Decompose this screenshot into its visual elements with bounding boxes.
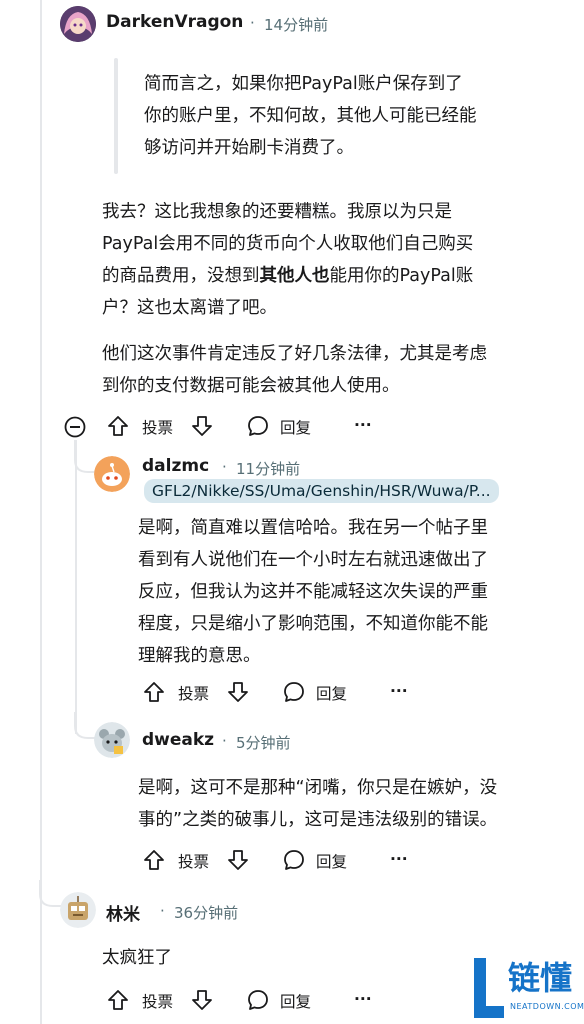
comment-separator: · [160,902,165,920]
thread-connector [74,440,96,473]
downvote-button[interactable] [226,848,250,872]
comment-text: 看到有人说他们在一个小时左右就迅速做出了 [138,550,488,570]
upvote-icon [144,850,164,870]
avatar[interactable] [60,6,96,42]
reply-button[interactable] [246,988,270,1012]
comment-text: 他们这次事件肯定违反了好几条法律，尤其是考虑 [102,344,487,364]
comment-separator: · [222,732,227,750]
more-options-button[interactable]: ··· [354,990,372,1008]
vote-label: 投票 [142,993,174,1011]
comment-text-bold: 其他人也 [259,266,330,286]
comment-timestamp: 14分钟前 [264,16,329,34]
reply-button[interactable] [282,680,306,704]
quote-line: 够访问并开始刷卡消费了。 [144,138,354,158]
downvote-icon [192,990,212,1010]
thread-line-root[interactable] [40,0,42,1024]
watermark-text: 链懂 [508,959,573,997]
comment-text: 户？这也太离谱了吧。 [102,298,277,318]
vote-label: 投票 [178,853,210,871]
comment-timestamp: 36分钟前 [174,904,239,922]
comment-text: 是啊，这可不是那种“闭嘴，你只是在嫉妒，没 [138,778,498,798]
reply-button[interactable] [246,414,270,438]
watermark-logo: 链懂 NEATDOWN.COM [468,954,584,1022]
quote-line: 简而言之，如果你把PayPal账户保存到了 [144,74,463,94]
upvote-button[interactable] [142,680,166,704]
comment-text: 太疯狂了 [102,948,172,968]
comment-separator: · [222,458,227,476]
username[interactable]: DarkenVragon [106,12,243,32]
upvote-icon [144,682,164,702]
comment-text: 到你的支付数据可能会被其他人使用。 [102,376,400,396]
downvote-button[interactable] [190,988,214,1012]
more-options-button[interactable]: ··· [390,850,408,868]
comment-text: 我去？这比我想象的还要糟糕。我原以为只是 [102,202,452,222]
downvote-icon [228,850,248,870]
downvote-icon [192,416,212,436]
more-options-button[interactable]: ··· [390,682,408,700]
avatar[interactable] [94,456,130,492]
reply-button[interactable] [282,848,306,872]
comment-text: 是啊，简直难以置信哈哈。我在另一个帖子里 [138,518,488,538]
comment-timestamp: 11分钟前 [236,460,301,478]
comment-bubble-icon [284,682,304,702]
downvote-button[interactable] [226,680,250,704]
comment-text: 程度，只是缩小了影响范围，不知道你能不能 [138,614,488,634]
comment-text: 反应，但我认为这并不能减轻这次失误的严重 [138,582,488,602]
collapse-button[interactable] [64,416,86,438]
upvote-button[interactable] [142,848,166,872]
upvote-button[interactable] [106,988,130,1012]
downvote-icon [228,682,248,702]
thread-connector [74,712,96,739]
user-flair: GFL2/Nikke/SS/Uma/Genshin/HSR/Wuwa/P... [144,479,499,503]
vote-label: 投票 [178,685,210,703]
watermark-subtext: NEATDOWN.COM [510,1002,584,1011]
comment-bubble-icon [284,850,304,870]
thread-line-reply[interactable] [75,440,77,734]
vote-label: 投票 [142,419,174,437]
username[interactable]: dalzmc [142,456,209,476]
minus-circle-icon [64,416,86,438]
upvote-button[interactable] [106,414,130,438]
comment-text-part: 能用你的PayPal账 [329,266,474,286]
comment-text: 事的”之类的破事儿，这可是违法级别的错误。 [138,810,498,830]
comment-text: 的商品费用，没想到其他人也能用你的PayPal账 [102,260,473,292]
comment-separator: · [250,14,255,32]
avatar[interactable] [94,722,130,758]
reply-label: 回复 [280,419,312,437]
reply-label: 回复 [316,853,348,871]
avatar[interactable] [60,892,96,928]
downvote-button[interactable] [190,414,214,438]
comment-bubble-icon [248,990,268,1010]
username[interactable]: 林米 [106,900,140,925]
comment-bubble-icon [248,416,268,436]
comment-timestamp: 5分钟前 [236,734,291,752]
upvote-icon [108,416,128,436]
thread-connector [39,880,61,907]
reply-label: 回复 [316,685,348,703]
quote-line: 你的账户里，不知何故，其他人可能已经能 [144,106,477,126]
comment-text-part: 的商品费用，没想到 [102,266,260,286]
reply-label: 回复 [280,993,312,1011]
logo-mark-icon [474,958,504,1018]
more-options-button[interactable]: ··· [354,416,372,434]
comment-text: PayPal会用不同的货币向个人收取他们自己购买 [102,234,474,254]
quote-bar [114,58,118,174]
username[interactable]: dweakz [142,730,214,750]
upvote-icon [108,990,128,1010]
comment-text: 理解我的意思。 [138,646,261,666]
